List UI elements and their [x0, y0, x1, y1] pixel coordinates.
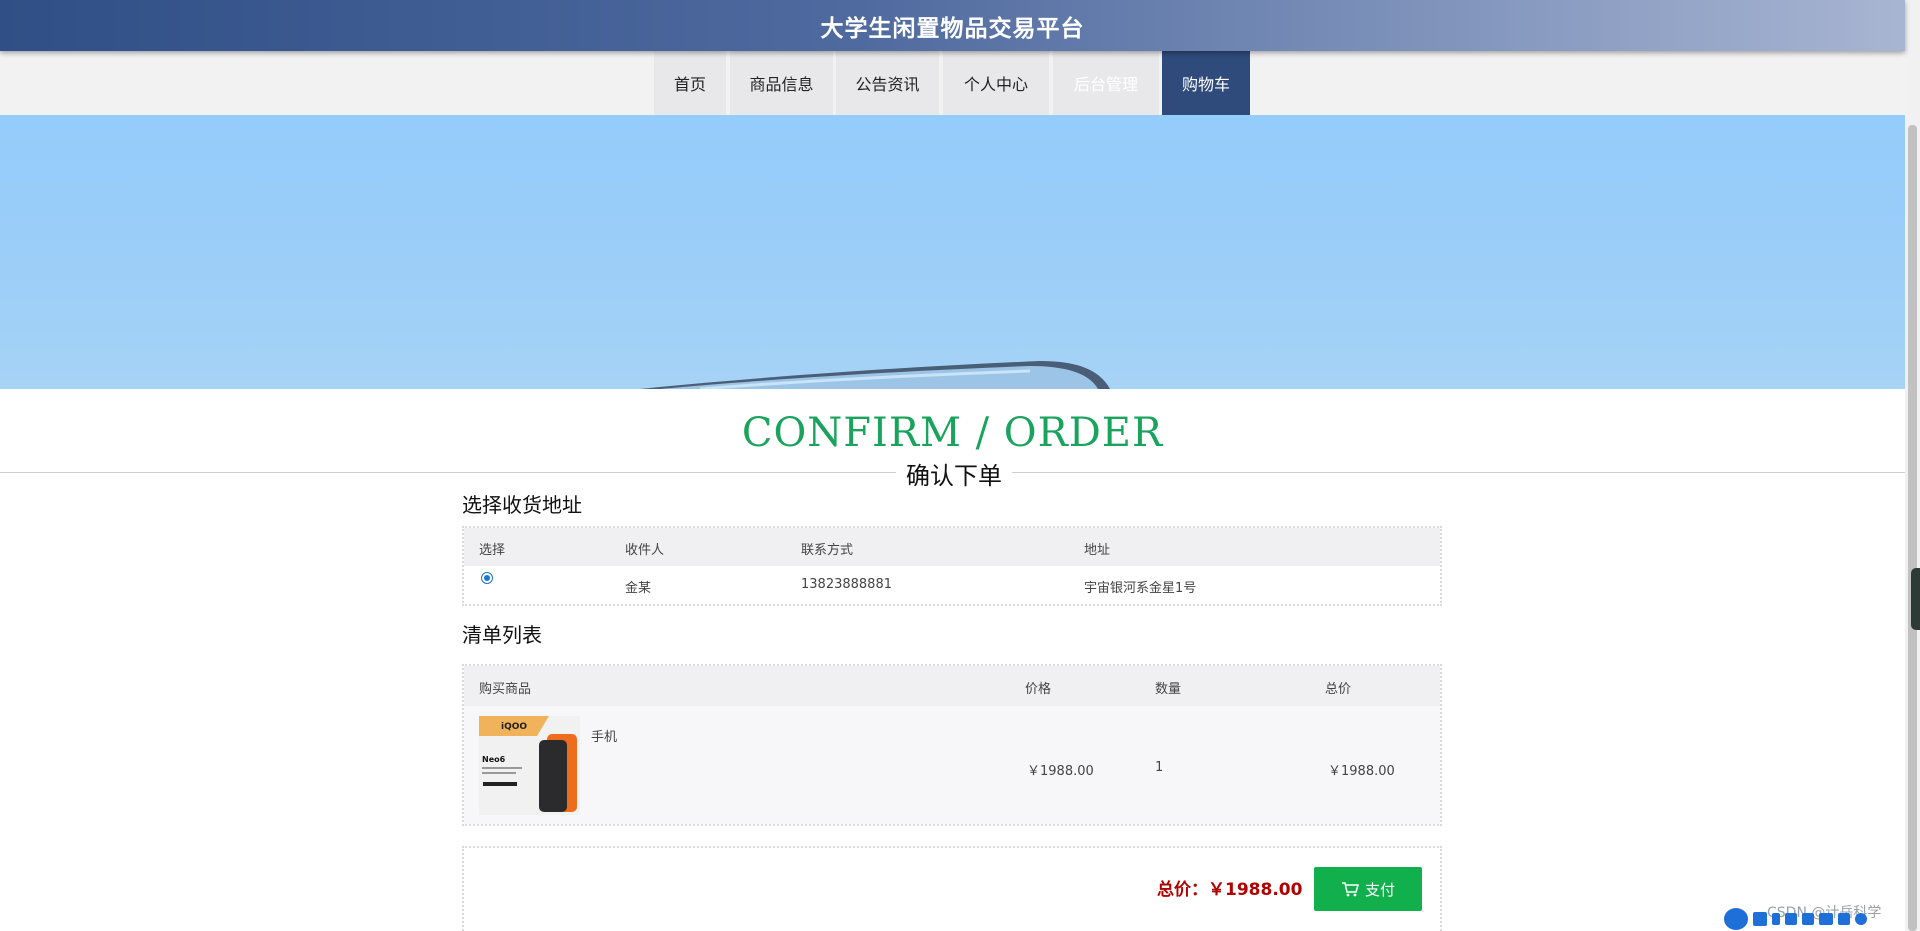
col-product: 购买商品	[479, 682, 532, 697]
ime-pen-icon[interactable]	[1785, 912, 1797, 925]
banner-image	[640, 361, 1110, 389]
pay-label: 支付	[1364, 880, 1395, 899]
section-heading: CONFIRM / ORDER	[741, 410, 1164, 456]
address-title: 选择收货地址	[462, 493, 582, 517]
order-total: 总价：￥1988.00	[1157, 880, 1303, 900]
recipient-cell: 金某	[625, 581, 652, 596]
nav-products[interactable]: 商品信息	[730, 51, 833, 115]
col-address: 地址	[1084, 543, 1111, 558]
nav-home[interactable]: 首页	[654, 51, 726, 115]
nav-cart[interactable]: 购物车	[1162, 51, 1250, 115]
main-nav: 首页 商品信息 公告资讯 个人中心 后台管理 购物车	[0, 51, 1905, 115]
address-cell: 宇宙银河系金星1号	[1084, 581, 1197, 596]
order-list-title: 清单列表	[462, 623, 542, 647]
col-recipient: 收件人	[625, 543, 665, 558]
quantity-cell: 1	[1155, 760, 1164, 775]
ime-logo-icon[interactable]	[1724, 907, 1748, 930]
site-header: 大学生闲置物品交易平台	[0, 0, 1905, 51]
hero-banner	[0, 115, 1905, 389]
ime-mode-icon[interactable]	[1753, 911, 1767, 926]
order-table: 购买商品 价格 数量 总价 iQOO Neo6 手机 ￥1988.00 1 ￥1…	[462, 664, 1442, 826]
ime-settings-icon[interactable]	[1855, 912, 1867, 925]
col-contact: 联系方式	[801, 543, 854, 558]
ime-tool-icon[interactable]	[1802, 912, 1814, 925]
col-total: 总价	[1325, 682, 1352, 697]
address-table-header: 选择 收件人 联系方式 地址	[464, 528, 1440, 566]
cart-icon	[1341, 882, 1359, 897]
address-radio[interactable]	[481, 572, 493, 584]
order-row	[464, 706, 1440, 824]
nav-personal-center[interactable]: 个人中心	[943, 51, 1049, 115]
section-subheading: 确认下单	[896, 456, 1012, 491]
product-image[interactable]: iQOO Neo6	[479, 716, 580, 815]
ime-punctuation-icon[interactable]	[1772, 912, 1780, 925]
ime-skin-icon[interactable]	[1838, 912, 1850, 925]
product-name[interactable]: 手机	[591, 726, 617, 745]
scrollbar-thumb[interactable]	[1908, 125, 1917, 931]
phone-image: iQOO Neo6	[479, 716, 580, 815]
ime-keyboard-icon[interactable]	[1819, 912, 1833, 925]
address-table: 选择 收件人 联系方式 地址 金某 13823888881 宇宙银河系金星1号	[462, 526, 1442, 606]
nav-admin[interactable]: 后台管理	[1053, 51, 1159, 115]
product-model-text: Neo6	[482, 755, 506, 764]
col-price: 价格	[1025, 682, 1052, 697]
side-drawer-tab[interactable]	[1911, 568, 1920, 630]
col-quantity: 数量	[1155, 682, 1182, 697]
nav-announcements[interactable]: 公告资讯	[836, 51, 939, 115]
order-table-header: 购买商品 价格 数量 总价	[464, 666, 1440, 706]
phone-cell: 13823888881	[801, 577, 892, 592]
col-select: 选择	[479, 543, 506, 558]
site-title: 大学生闲置物品交易平台	[820, 15, 1085, 42]
ime-toolbar[interactable]	[1724, 906, 1905, 931]
pay-button[interactable]: 支付	[1314, 867, 1422, 911]
product-brand-text: iQOO	[501, 722, 527, 732]
total-cell: ￥1988.00	[1328, 764, 1395, 779]
price-cell: ￥1988.00	[1027, 764, 1094, 779]
page-scrollbar[interactable]	[1905, 0, 1920, 931]
